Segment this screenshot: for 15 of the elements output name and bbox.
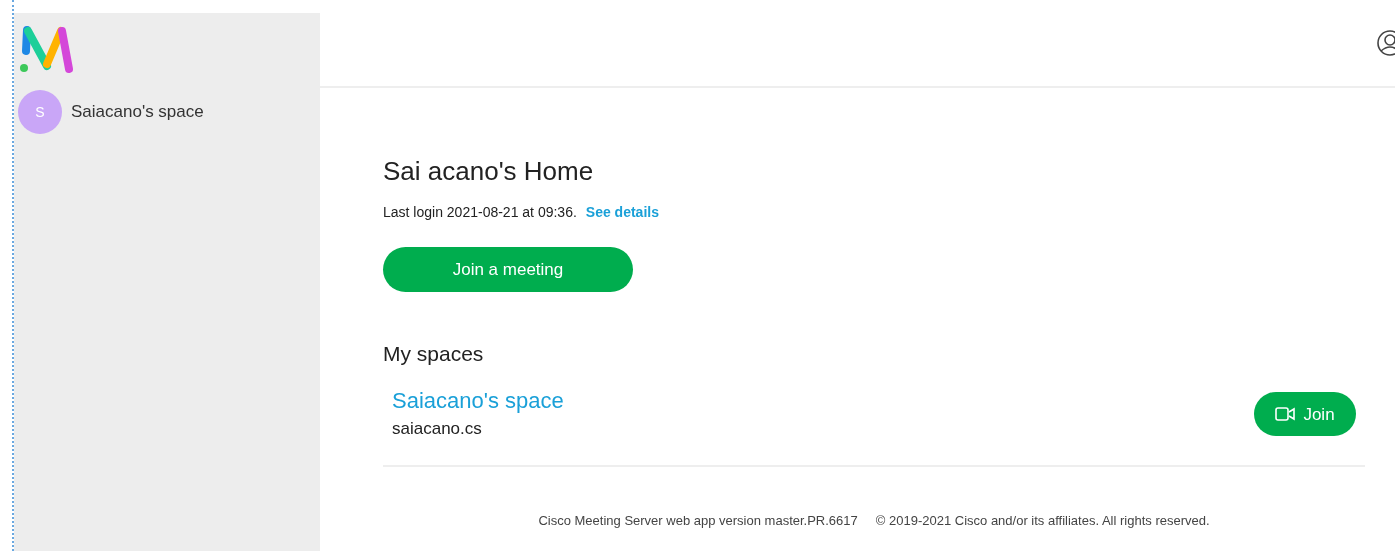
video-camera-icon [1275,407,1296,422]
space-link[interactable]: Saiacano's space [392,387,564,414]
user-icon[interactable] [1376,29,1395,57]
join-button[interactable]: Join [1254,392,1356,437]
page-title: Sai acano's Home [383,156,595,186]
join-meeting-button[interactable]: Join a meeting [383,247,633,292]
section-heading: My spaces [383,341,485,367]
avatar: S [18,90,62,134]
space-name: Saiacano's space [71,101,204,124]
last-login-text: Last login 2021-08-21 at 09:36. [383,203,577,222]
see-details-link[interactable]: See details [585,202,659,223]
sidebar-item[interactable]: S Saiacano's space [14,89,320,135]
space-uri: saiacano.cs [392,417,483,440]
copyright-text: © 2019-2021 Cisco and/or its affiliates. All rights reserved. [875,512,1210,530]
version-text: Cisco Meeting Server web app version master.PR.6617 [538,512,858,530]
